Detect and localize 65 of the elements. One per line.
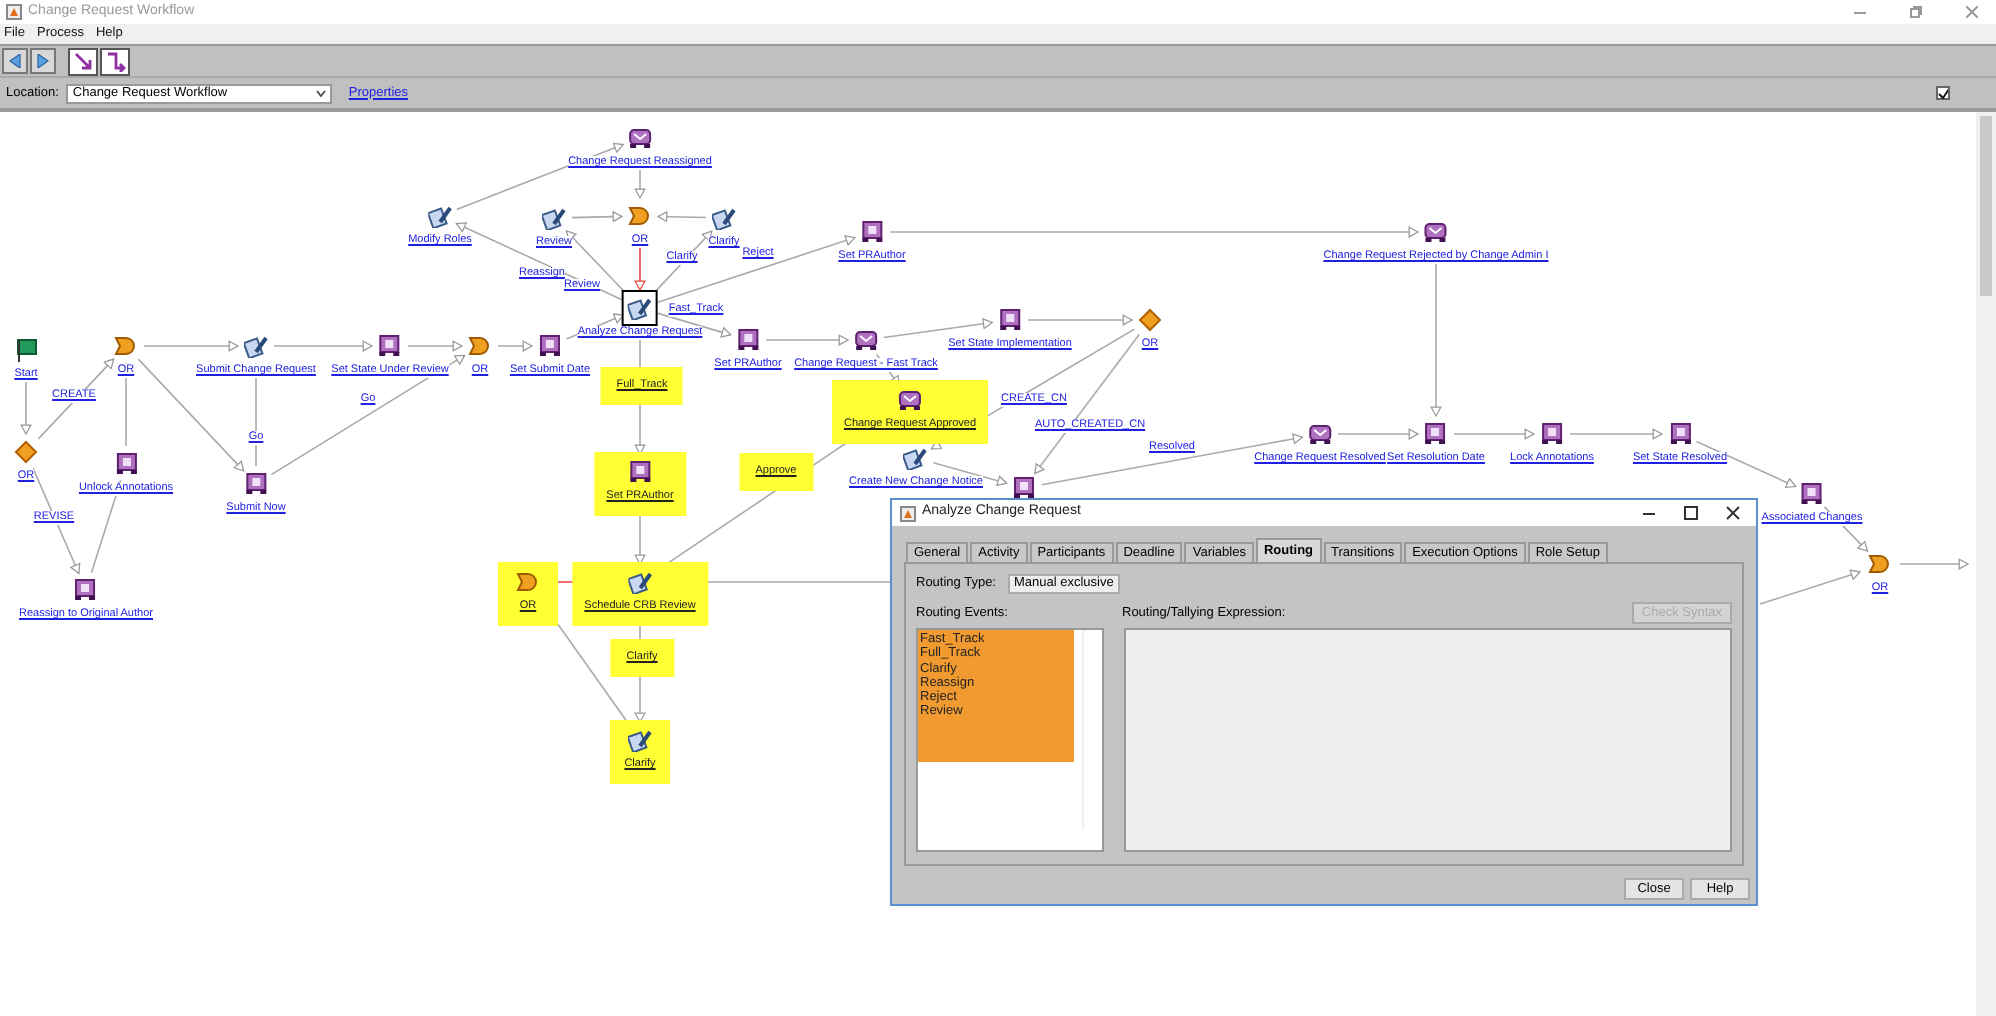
document-cart-icon <box>114 452 138 476</box>
expression-text-area[interactable] <box>1124 628 1732 852</box>
gate-icon <box>628 204 652 228</box>
option-checkbox[interactable] <box>1936 86 1950 100</box>
document-cart-icon <box>736 328 760 352</box>
gate-icon <box>468 334 492 358</box>
chevron-down-icon <box>316 89 327 97</box>
document-cart-icon <box>74 578 98 602</box>
connector-arrow <box>1899 558 1969 570</box>
vertical-scrollbar[interactable] <box>1976 112 1996 1016</box>
connector-arrow <box>1759 569 1861 605</box>
restore-icon[interactable] <box>1910 6 1922 18</box>
pencil-document-icon <box>428 204 452 228</box>
pencil-document-icon <box>542 206 566 230</box>
pencil-document-icon <box>244 334 268 358</box>
document-cart-icon <box>1540 422 1564 446</box>
document-cart-icon <box>1424 422 1448 446</box>
elbow-arrow-icon <box>105 51 125 71</box>
connector-arrow <box>497 340 533 352</box>
document-cart-icon <box>378 334 402 358</box>
maximize-icon[interactable] <box>1684 506 1698 520</box>
connector-arrow <box>143 340 239 352</box>
pencil-document-icon <box>904 446 928 470</box>
connector-arrow <box>1569 428 1663 440</box>
app-icon <box>6 4 22 20</box>
document-cart-icon <box>538 334 562 358</box>
connector-arrow <box>1453 428 1535 440</box>
pencil-document-icon <box>628 296 652 320</box>
document-cart-icon <box>1668 422 1692 446</box>
connector-arrow <box>657 211 707 223</box>
diagonal-arrow-icon <box>73 51 93 71</box>
diamond-icon <box>14 440 38 464</box>
triangle-right-icon <box>36 54 50 68</box>
diamond-icon <box>1138 308 1162 332</box>
document-cart-icon <box>244 472 268 496</box>
elbow-tool-button[interactable] <box>100 47 130 75</box>
connector-arrow <box>32 467 81 575</box>
gate-icon <box>1868 552 1892 576</box>
flag-icon <box>14 338 38 362</box>
document-cart-icon <box>628 460 652 484</box>
envelope-cart-icon <box>898 388 922 412</box>
pencil-document-icon <box>628 728 652 752</box>
document-cart-icon <box>1012 476 1036 500</box>
envelope-cart-icon <box>854 328 878 352</box>
arrow-tool-button[interactable] <box>68 47 98 75</box>
envelope-cart-icon <box>1308 422 1332 446</box>
forward-button[interactable] <box>30 48 56 74</box>
back-button[interactable] <box>2 48 28 74</box>
gate-icon <box>516 570 540 594</box>
gate-icon <box>114 334 138 358</box>
envelope-cart-icon <box>1424 220 1448 244</box>
envelope-cart-icon <box>628 126 652 150</box>
document-cart-icon <box>998 308 1022 332</box>
close-icon[interactable] <box>1726 506 1740 520</box>
app-icon <box>900 505 916 521</box>
scrollbar-thumb[interactable] <box>1980 116 1992 296</box>
pencil-document-icon <box>712 206 736 230</box>
pencil-document-icon <box>628 570 652 594</box>
document-cart-icon <box>860 220 884 244</box>
connector-arrow <box>656 312 732 338</box>
connector-arrow <box>37 358 115 440</box>
connector-arrow <box>765 334 849 346</box>
connector-arrow <box>1337 428 1419 440</box>
document-cart-icon <box>1800 482 1824 506</box>
triangle-left-icon <box>8 54 22 68</box>
